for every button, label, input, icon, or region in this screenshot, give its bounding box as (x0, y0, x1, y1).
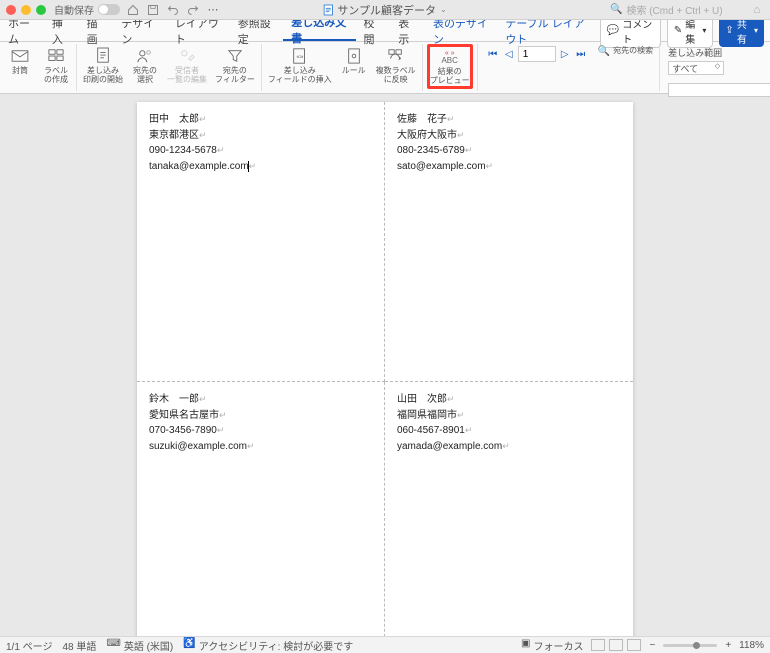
label-cell[interactable]: 田中太郎↵東京都港区↵090-1234-5678↵tanaka@example.… (137, 102, 385, 382)
share-icon: ⇪ (725, 25, 733, 36)
redo-icon[interactable] (186, 3, 200, 17)
insert-merge-field-button[interactable]: «» 差し込み フィールドの挿入 (266, 44, 334, 87)
range-all-select[interactable]: すべて ◇ (668, 61, 724, 75)
save-icon[interactable] (146, 3, 160, 17)
refresh-labels-icon (386, 46, 406, 66)
svg-text:«»: «» (296, 54, 304, 61)
language-indicator[interactable]: ⌨英語 (米国) (106, 638, 173, 653)
more-icon[interactable]: ⋯ (206, 3, 220, 17)
edit-recipient-list-button[interactable]: 受信者 一覧の編集 (165, 44, 209, 87)
update-labels-button[interactable]: 複数ラベル に反映 (374, 44, 418, 87)
quick-access-toolbar: ⋯ (126, 3, 220, 17)
envelopes-button[interactable]: 封筒 (4, 44, 36, 78)
statusbar: 1/1 ページ 48 単語 ⌨英語 (米国) ♿アクセシビリティ: 検討が必要で… (0, 636, 770, 653)
chevron-down-icon: ▾ (702, 26, 706, 35)
preview-icon: « » ABC (440, 47, 460, 67)
tab-1[interactable]: 挿入 (44, 20, 79, 41)
close-window-button[interactable] (6, 5, 16, 15)
next-record-button[interactable]: ▷ (558, 47, 572, 61)
word-doc-icon (323, 4, 333, 16)
toggle-icon (98, 4, 120, 15)
document-canvas[interactable]: 田中太郎↵東京都港区↵090-1234-5678↵tanaka@example.… (0, 94, 770, 636)
find-recipient-button[interactable]: 🔍 宛先の検索 (596, 44, 655, 59)
tab-9[interactable]: 表のデザイン (425, 20, 497, 41)
zoom-slider[interactable] (663, 644, 717, 647)
filter-recipients-button[interactable]: 宛先の フィルター (213, 44, 257, 87)
envelope-icon (10, 46, 30, 66)
ribbon-tabs: ホーム挿入描画デザインレイアウト参照設定差し込み文書校閲表示表のデザインテーブル… (0, 20, 770, 42)
pencil-icon: ✎ (674, 25, 682, 36)
select-recipients-button[interactable]: 宛先の 選択 (129, 44, 161, 87)
record-number-input[interactable] (518, 46, 556, 62)
titlebar-right-icons: ⌂ (750, 3, 764, 17)
read-mode-view-button[interactable] (627, 639, 641, 651)
search-input[interactable]: 🔍 検索 (Cmd + Ctrl + U) (604, 0, 744, 19)
range-from-input[interactable] (668, 83, 770, 97)
preview-results-button[interactable]: « » ABC 結果の プレビュー (427, 44, 473, 89)
zoom-in-button[interactable]: + (725, 640, 731, 651)
insert-field-icon: «» (290, 46, 310, 66)
minimize-window-button[interactable] (21, 5, 31, 15)
record-navigation: ⏮ ◁ ▷ ⏭ (482, 44, 592, 64)
start-mail-merge-button[interactable]: 差し込み 印刷の開始 (81, 44, 125, 87)
labels-button[interactable]: ラベル の作成 (40, 44, 72, 87)
prev-record-button[interactable]: ◁ (502, 47, 516, 61)
comment-icon: 💬 (607, 25, 619, 36)
titlebar: 自動保存 ⋯ サンプル顧客データ ⌄ 🔍 検索 (Cmd + Ctrl + U)… (0, 0, 770, 20)
page: 田中太郎↵東京都港区↵090-1234-5678↵tanaka@example.… (137, 102, 633, 636)
zoom-level[interactable]: 118% (739, 640, 764, 651)
search-icon: 🔍 (598, 46, 610, 57)
label-cell[interactable]: 佐藤花子↵大阪府大阪市↵080-2345-6789↵sato@example.c… (385, 102, 633, 382)
keyboard-icon: ⌨ (106, 638, 120, 653)
merge-range-group: 差し込み範囲 すべて ◇ から (664, 44, 770, 105)
document-title[interactable]: サンプル顧客データ ⌄ (323, 2, 446, 18)
people-icon (135, 46, 155, 66)
ribbon: 封筒 ラベル の作成 差し込み 印刷の開始 宛先の 選択 受信者 一覧の編集 宛… (0, 42, 770, 94)
print-layout-view-button[interactable] (591, 639, 605, 651)
label-cell[interactable]: 鈴木一郎↵愛知県名古屋市↵070-3456-7890↵suzuki@exampl… (137, 382, 385, 636)
web-layout-view-button[interactable] (609, 639, 623, 651)
tab-5[interactable]: 参照設定 (230, 20, 284, 41)
label-icon (46, 46, 66, 66)
undo-icon[interactable] (166, 3, 180, 17)
chevron-down-icon: ⌄ (440, 5, 447, 14)
tab-2[interactable]: 描画 (79, 20, 114, 41)
accessibility-checker[interactable]: ♿アクセシビリティ: 検討が必要です (183, 638, 353, 653)
home-icon[interactable] (126, 3, 140, 17)
first-record-button[interactable]: ⏮ (486, 47, 500, 61)
tab-4[interactable]: レイアウト (167, 20, 230, 41)
autosave-toggle[interactable]: 自動保存 (54, 2, 120, 17)
page-count[interactable]: 1/1 ページ (6, 638, 52, 653)
last-record-button[interactable]: ⏭ (574, 47, 588, 61)
tab-6[interactable]: 差し込み文書 (283, 20, 355, 41)
maximize-window-button[interactable] (36, 5, 46, 15)
tab-3[interactable]: デザイン (113, 20, 167, 41)
view-mode-switcher (591, 639, 641, 651)
rules-icon (344, 46, 364, 66)
tab-7[interactable]: 校閲 (356, 20, 391, 41)
edit-list-icon (177, 46, 197, 66)
document-icon (93, 46, 113, 66)
filter-icon (225, 46, 245, 66)
tab-10[interactable]: テーブル レイアウト (497, 20, 599, 41)
chevron-down-icon: ▾ (754, 26, 758, 35)
focus-mode-button[interactable]: ▣フォーカス (521, 638, 583, 653)
tab-0[interactable]: ホーム (0, 20, 44, 41)
autosave-label: 自動保存 (54, 2, 94, 17)
tab-8[interactable]: 表示 (390, 20, 425, 41)
focus-icon: ▣ (521, 638, 530, 653)
window-controls (6, 5, 46, 15)
rules-button[interactable]: ルール (338, 44, 370, 78)
search-icon: 🔍 (610, 4, 622, 15)
lightbulb-icon[interactable]: ⌂ (750, 3, 764, 17)
word-count[interactable]: 48 単語 (62, 638, 96, 653)
zoom-out-button[interactable]: − (649, 640, 655, 651)
label-cell[interactable]: 山田次郎↵福岡県福岡市↵060-4567-8901↵yamada@example… (385, 382, 633, 636)
accessibility-icon: ♿ (183, 638, 195, 653)
